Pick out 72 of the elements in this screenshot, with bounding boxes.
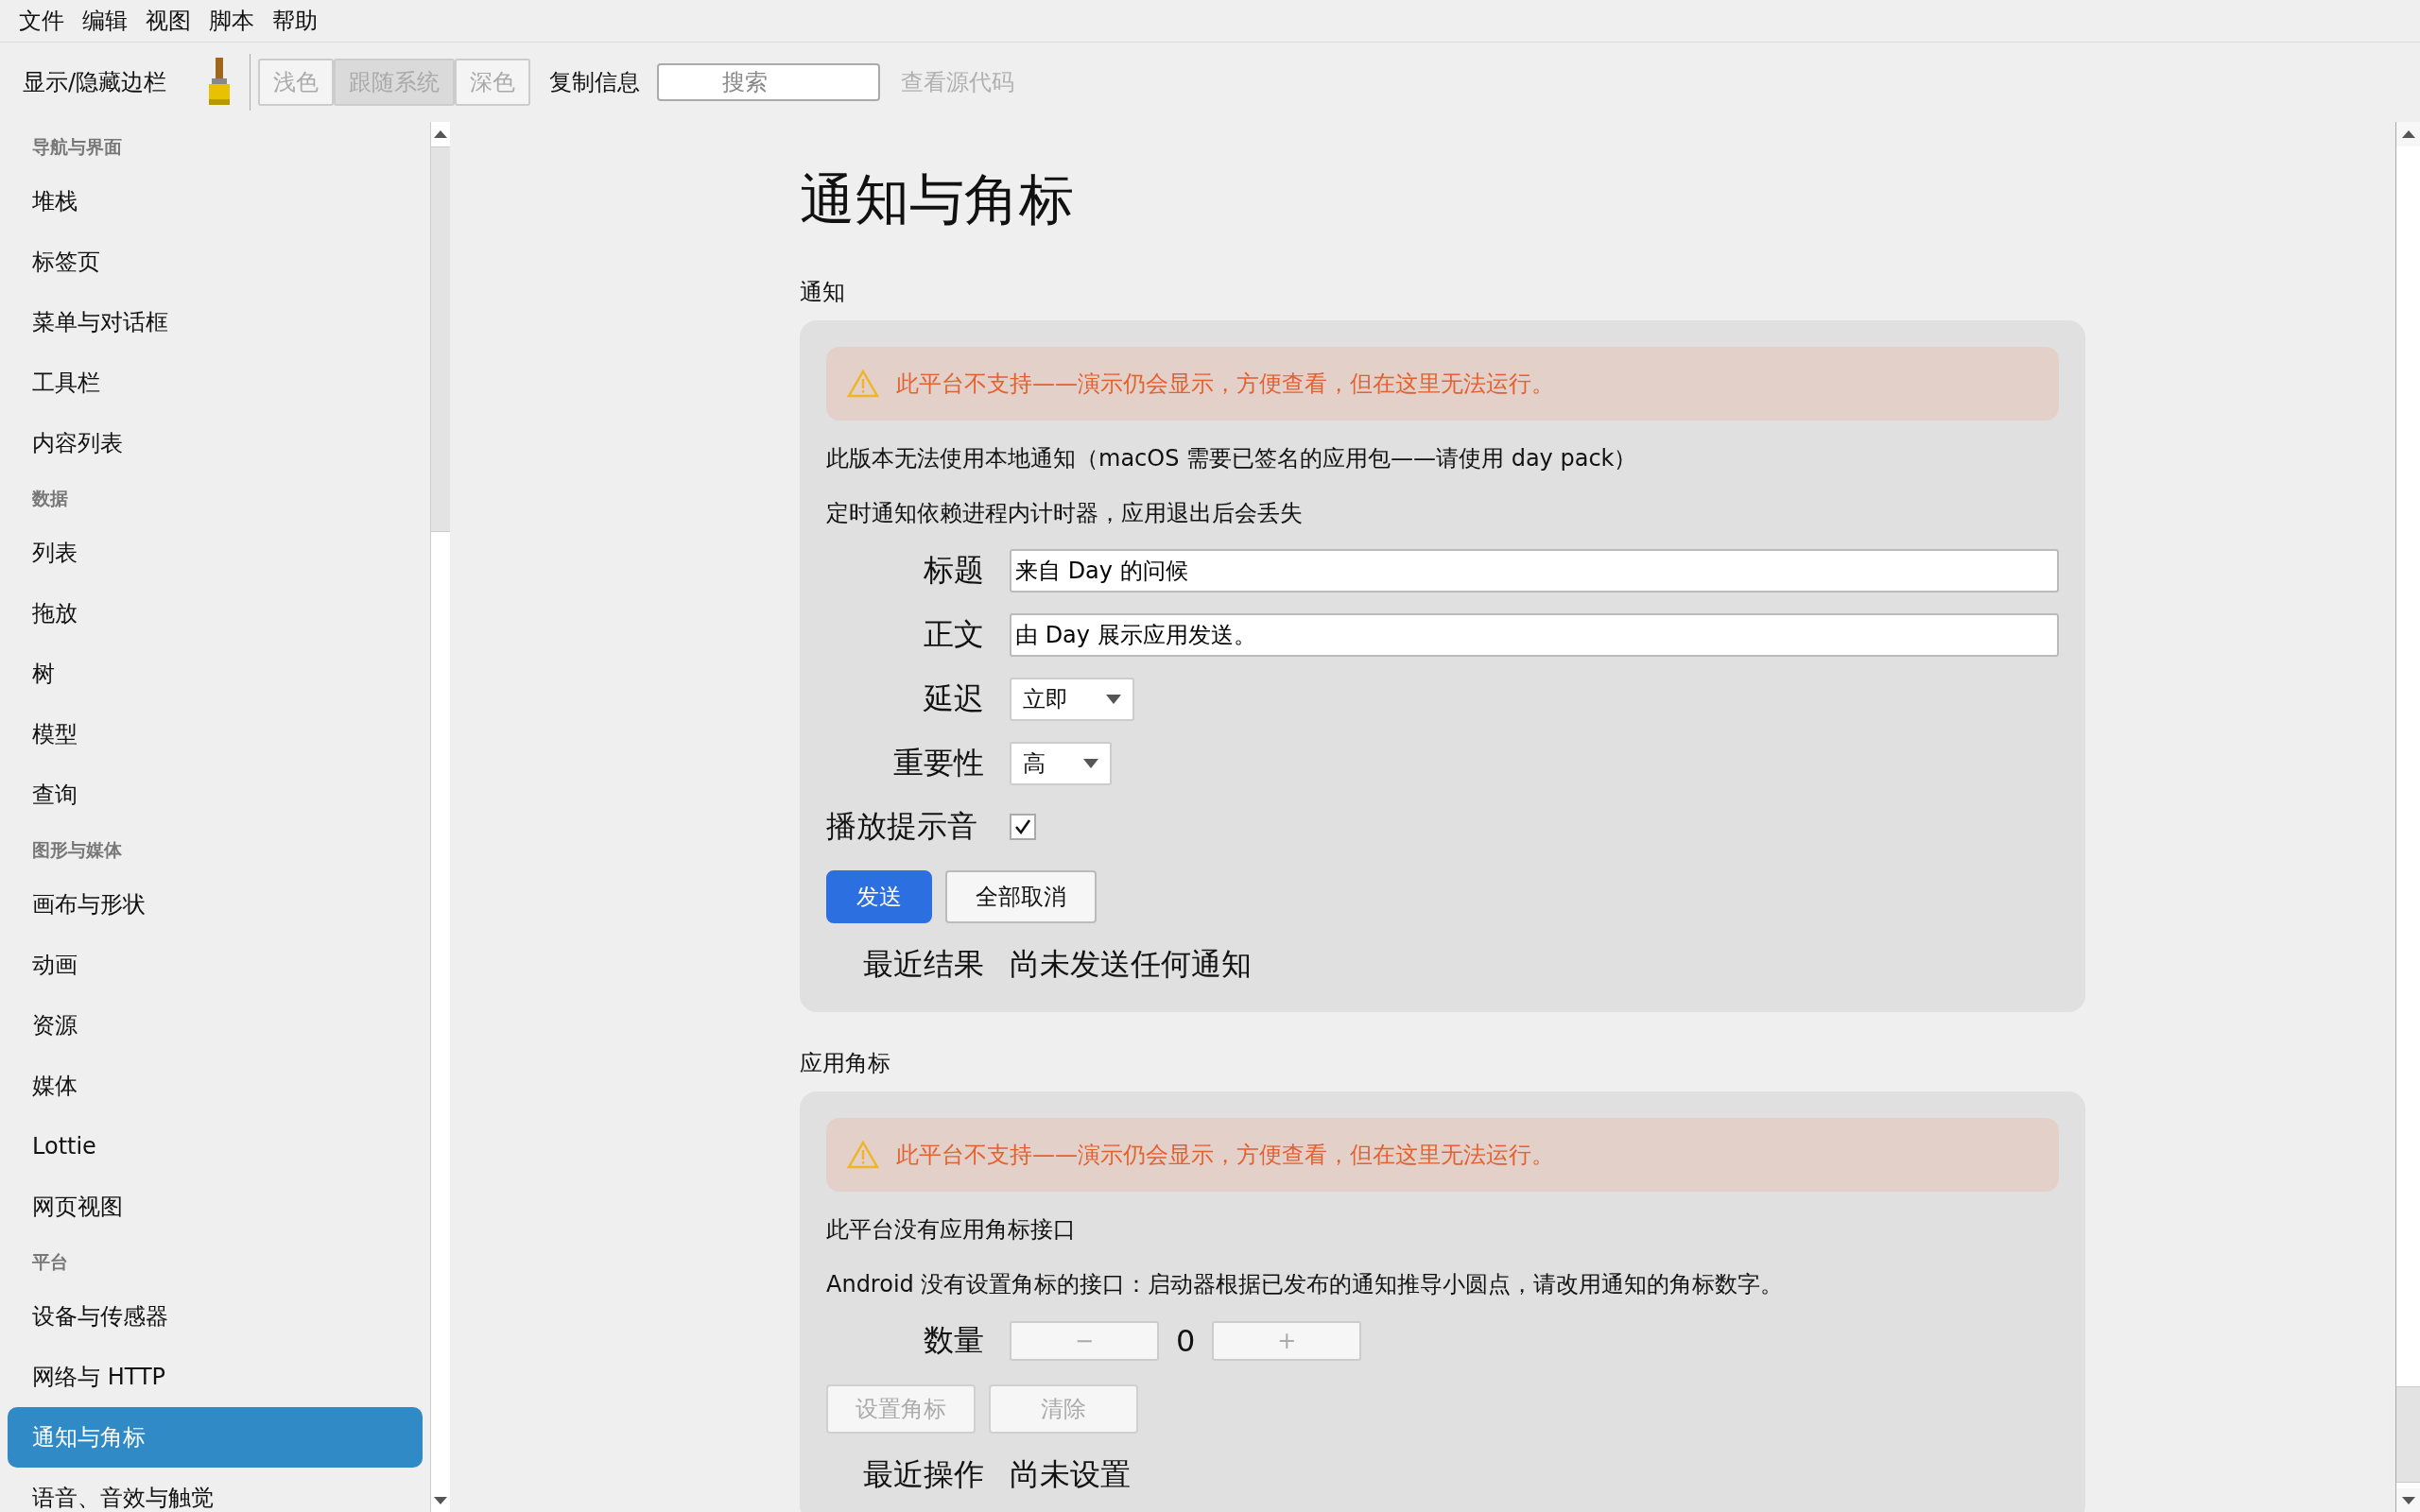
arrow-down-icon [2401,1497,2415,1504]
sidebar-item[interactable]: 标签页 [8,232,423,292]
copy-info-button[interactable]: 复制信息 [549,67,641,97]
text-field[interactable]: 来自 Day 的问候 [1010,549,2059,593]
checkbox[interactable] [1010,814,1036,840]
action-button[interactable]: 全部取消 [945,870,1097,923]
field-label: 数量 [923,1321,984,1360]
sidebar-toggle-button[interactable]: 显示/隐藏边栏 [23,67,167,97]
sidebar-item[interactable]: Lottie [8,1116,423,1177]
dropdown[interactable]: 立即 [1010,678,1134,721]
caret-icon [1106,695,1121,704]
menu-item[interactable]: 编辑 [82,6,146,36]
count-value: 0 [1176,1323,1196,1359]
text-field[interactable]: 由 Day 展示应用发送。 [1010,613,2059,657]
sidebar-item[interactable]: 画布与形状 [8,874,423,935]
sidebar-item[interactable]: 拖放 [8,583,423,644]
sidebar-group-header: 图形与媒体 [31,838,123,862]
warning-text: 此平台不支持——演示仍会显示，方便查看，但在这里无法运行。 [896,1141,1554,1170]
field-label: 最近操作 [862,1455,984,1494]
field-label: 标题 [923,551,984,590]
menu-item[interactable]: 文件 [19,6,82,36]
sidebar-item[interactable]: 模型 [8,704,423,765]
menu-item[interactable]: 帮助 [272,6,336,36]
note-text: 此版本无法使用本地通知（macOS 需要已签名的应用包——请使用 day pack） [826,444,1638,473]
scrollbar[interactable] [430,122,450,1512]
arrow-up-icon [434,130,447,138]
dropdown[interactable]: 高 [1010,742,1112,785]
check-icon [1013,817,1032,836]
sidebar-item[interactable]: 列表 [8,523,423,583]
section-heading: 通知 [800,278,846,307]
field-label: 重要性 [892,744,984,782]
field-label: 延迟 [923,679,984,718]
scrollbar-thumb[interactable] [431,146,450,532]
sidebar-item[interactable]: 网络与 HTTP [8,1347,423,1407]
warning-text: 此平台不支持——演示仍会显示，方便查看，但在这里无法运行。 [896,369,1554,399]
scrollbar-thumb[interactable] [2396,1386,2420,1483]
sidebar-item[interactable]: 通知与角标 [8,1407,423,1468]
scrollbar[interactable] [2395,122,2420,1512]
note-text: 此平台没有应用角标接口 [826,1215,1077,1245]
note-text: 定时通知依赖进程内计时器，应用退出后会丢失 [826,499,1304,528]
arrow-down-icon [434,1497,447,1504]
arrow-up-icon [2401,130,2415,138]
sidebar-group-header: 导航与界面 [31,135,123,159]
sidebar-item[interactable]: 内容列表 [8,413,423,473]
sidebar-item[interactable]: 网页视图 [8,1177,423,1237]
sidebar-item[interactable]: 语音、音效与触觉 [8,1468,423,1512]
search-field[interactable]: 搜索 [657,63,881,101]
action-button[interactable]: 发送 [826,870,932,923]
field-label: 最近结果 [862,945,984,984]
sidebar-item[interactable]: 查询 [8,765,423,825]
field-label: 播放提示音 [826,807,978,846]
result-text: 尚未发送任何通知 [1010,945,1252,984]
field-label: 正文 [923,615,984,654]
result-text: 尚未设置 [1010,1455,1131,1494]
menu-item[interactable]: 脚本 [209,6,272,36]
note-text: Android 没有设置角标的接口：启动器根据已发布的通知推导小圆点，请改用通知的角标数字。 [826,1270,1785,1299]
sidebar-item[interactable]: 资源 [8,995,423,1056]
sidebar-group-header: 数据 [31,487,69,510]
sidebar-item[interactable]: 堆栈 [8,171,423,232]
section-heading: 应用角标 [800,1049,891,1078]
sidebar-item[interactable]: 动画 [8,935,423,995]
sidebar-group-header: 平台 [31,1250,69,1274]
caret-icon [1083,759,1098,768]
sidebar-item[interactable]: 菜单与对话框 [8,292,423,352]
page-title: 通知与角标 [800,166,1075,233]
warning-icon [847,1141,879,1169]
warning-icon [847,369,879,398]
sidebar-item[interactable]: 工具栏 [8,352,423,413]
sidebar-item[interactable]: 媒体 [8,1056,423,1116]
sidebar-item[interactable]: 树 [8,644,423,704]
sidebar-item[interactable]: 设备与传感器 [8,1286,423,1347]
menu-item[interactable]: 视图 [146,6,209,36]
